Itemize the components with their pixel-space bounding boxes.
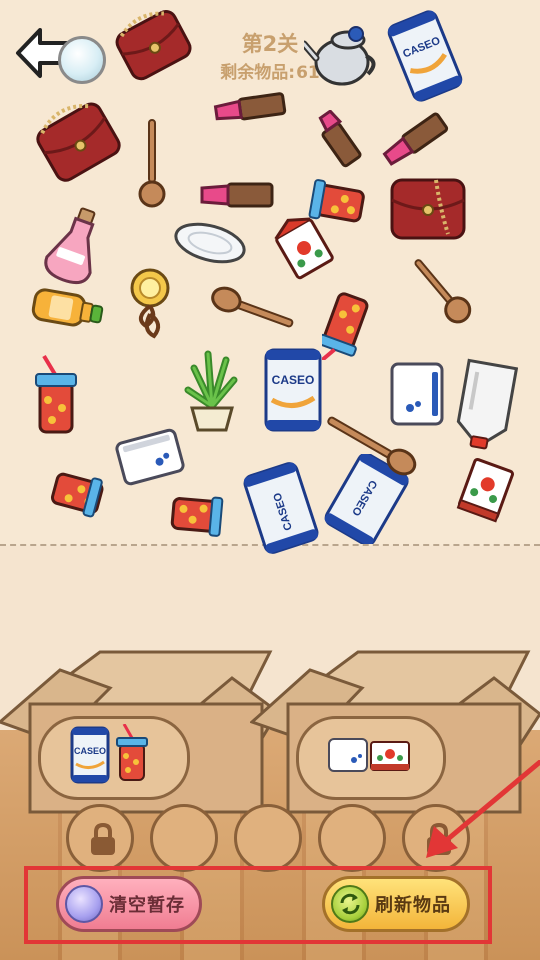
- can-brand-label: CASEO: [272, 373, 315, 387]
- caseo-can-item[interactable]: CASEO: [382, 8, 468, 104]
- wooden-spoon-item[interactable]: [408, 250, 474, 330]
- lipstick-item[interactable]: [212, 90, 288, 126]
- milk-carton-item: [370, 741, 410, 771]
- empty-slot[interactable]: [150, 804, 218, 872]
- lipstick-item[interactable]: [198, 178, 276, 212]
- storage-box-item[interactable]: [114, 426, 186, 488]
- locked-slot[interactable]: [66, 804, 134, 872]
- caseo-can-item[interactable]: CASEO: [238, 460, 324, 556]
- bubble-tea-item[interactable]: [154, 490, 238, 540]
- can-brand-label: CASEO: [74, 746, 106, 756]
- bubble-tea-item[interactable]: [36, 466, 116, 522]
- lipstick-item[interactable]: [310, 110, 374, 174]
- potion-bottle-item[interactable]: [44, 206, 106, 288]
- wooden-spoon-item[interactable]: [134, 118, 170, 210]
- plate-item[interactable]: [172, 220, 248, 266]
- empty-slot[interactable]: [234, 804, 302, 872]
- milk-carton-item[interactable]: [272, 216, 336, 280]
- red-purse-item[interactable]: [388, 174, 470, 244]
- red-purse-item[interactable]: [112, 8, 196, 84]
- bubble-tea-item[interactable]: [322, 276, 372, 360]
- juice-bottle-item[interactable]: [30, 284, 106, 332]
- magnifier-icon[interactable]: [58, 36, 106, 84]
- caseo-can-item: CASEO: [70, 726, 110, 784]
- empty-slot[interactable]: [318, 804, 386, 872]
- bubble-tea-item[interactable]: [30, 354, 82, 438]
- red-purse-item[interactable]: [34, 100, 124, 186]
- pointer-arrow-icon: [426, 760, 540, 858]
- bubble-tea-item: [116, 724, 148, 781]
- potted-plant-item[interactable]: [184, 350, 240, 438]
- milk-jug-item[interactable]: [454, 356, 518, 450]
- amulet-item[interactable]: [124, 266, 176, 340]
- lipstick-item[interactable]: [380, 110, 450, 170]
- storage-box-item[interactable]: [388, 360, 446, 428]
- remaining-label: 剩余物品:: [220, 63, 296, 83]
- storage-box-item: [328, 738, 368, 772]
- wooden-spoon-item[interactable]: [206, 286, 298, 336]
- lock-icon: [91, 823, 115, 855]
- milk-carton-item[interactable]: [454, 452, 518, 526]
- teapot-item[interactable]: [304, 14, 380, 94]
- highlight-box: [24, 866, 492, 944]
